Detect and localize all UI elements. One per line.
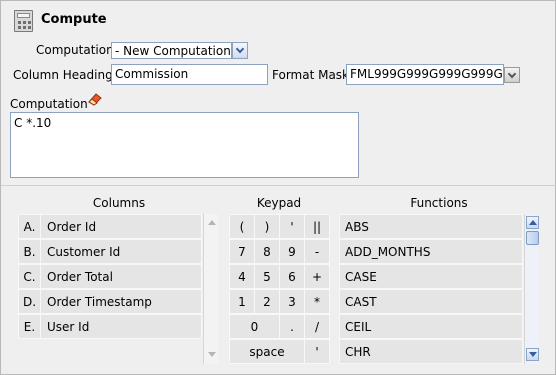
key-quote[interactable]: ' (279, 214, 305, 239)
column-name: Order Timestamp (47, 294, 152, 309)
key-6[interactable]: 6 (279, 264, 305, 289)
key-plus[interactable]: + (304, 264, 330, 289)
column-heading-label: Column Heading (13, 68, 113, 82)
column-letter: A. (19, 215, 41, 238)
key-0[interactable]: 0 (229, 314, 280, 339)
scroll-down-icon[interactable] (205, 348, 218, 361)
computation-textarea[interactable]: C *.10 (10, 112, 359, 178)
column-letter: B. (19, 240, 41, 263)
compute-dialog: Compute Computation - New Computation - … (0, 0, 556, 375)
key-4[interactable]: 4 (229, 264, 255, 289)
functions-list: ABS ADD_MONTHS CASE CAST CEIL CHR (339, 214, 523, 364)
key-9[interactable]: 9 (279, 239, 305, 264)
functions-scrollbar[interactable] (524, 214, 539, 364)
scroll-up-icon[interactable] (526, 216, 539, 229)
key-5[interactable]: 5 (254, 264, 280, 289)
column-heading-input[interactable]: Commission (111, 64, 268, 85)
computation-select-dropdown-button[interactable] (232, 42, 248, 59)
computation-text-label: Computation (10, 97, 88, 111)
column-letter: C. (19, 265, 41, 288)
keypad-header: Keypad (256, 196, 302, 210)
function-item[interactable]: CASE (339, 264, 523, 289)
key-concat[interactable]: || (304, 214, 330, 239)
column-letter: D. (19, 290, 41, 313)
section-divider (1, 185, 556, 186)
column-item-b[interactable]: B. Customer Id (18, 239, 202, 264)
columns-scrollbar[interactable] (203, 214, 218, 364)
computation-select[interactable]: - New Computation - (111, 42, 232, 59)
format-mask-label: Format Mask (272, 68, 350, 82)
column-item-a[interactable]: A. Order Id (18, 214, 202, 239)
column-name: Order Total (47, 269, 113, 284)
eraser-icon[interactable] (86, 91, 103, 106)
scroll-down-icon[interactable] (526, 348, 539, 361)
key-minus[interactable]: - (304, 239, 330, 264)
column-name: User Id (47, 319, 90, 334)
function-item[interactable]: CEIL (339, 314, 523, 339)
column-name: Order Id (47, 219, 97, 234)
function-item[interactable]: ABS (339, 214, 523, 239)
keypad: ( ) ' || 7 8 9 - 4 5 6 + 1 2 3 * 0 . / s… (229, 214, 330, 364)
scroll-thumb[interactable] (526, 231, 539, 245)
scroll-up-icon[interactable] (205, 216, 218, 229)
functions-header: Functions (410, 196, 468, 210)
chevron-down-icon (235, 44, 245, 54)
computation-select-label: Computation (36, 43, 114, 57)
calculator-icon (14, 10, 33, 32)
column-name: Customer Id (47, 244, 121, 259)
page-title: Compute (41, 12, 107, 27)
key-3[interactable]: 3 (279, 289, 305, 314)
key-divide[interactable]: / (304, 314, 330, 339)
chevron-down-icon (507, 69, 517, 78)
format-mask-input[interactable]: FML999G999G999G999G9! (346, 64, 504, 85)
key-multiply[interactable]: * (304, 289, 330, 314)
column-letter: E. (19, 315, 41, 338)
key-8[interactable]: 8 (254, 239, 280, 264)
key-7[interactable]: 7 (229, 239, 255, 264)
key-1[interactable]: 1 (229, 289, 255, 314)
format-mask-dropdown-button[interactable] (504, 67, 520, 83)
function-item[interactable]: CAST (339, 289, 523, 314)
key-open-paren[interactable]: ( (229, 214, 255, 239)
key-space[interactable]: space (229, 339, 305, 364)
function-item[interactable]: ADD_MONTHS (339, 239, 523, 264)
key-decimal[interactable]: . (279, 314, 305, 339)
key-quote-2[interactable]: ' (304, 339, 330, 364)
function-item[interactable]: CHR (339, 339, 523, 364)
column-item-c[interactable]: C. Order Total (18, 264, 202, 289)
column-item-d[interactable]: D. Order Timestamp (18, 289, 202, 314)
column-item-e[interactable]: E. User Id (18, 314, 202, 339)
columns-header: Columns (92, 196, 146, 210)
key-close-paren[interactable]: ) (254, 214, 280, 239)
key-2[interactable]: 2 (254, 289, 280, 314)
